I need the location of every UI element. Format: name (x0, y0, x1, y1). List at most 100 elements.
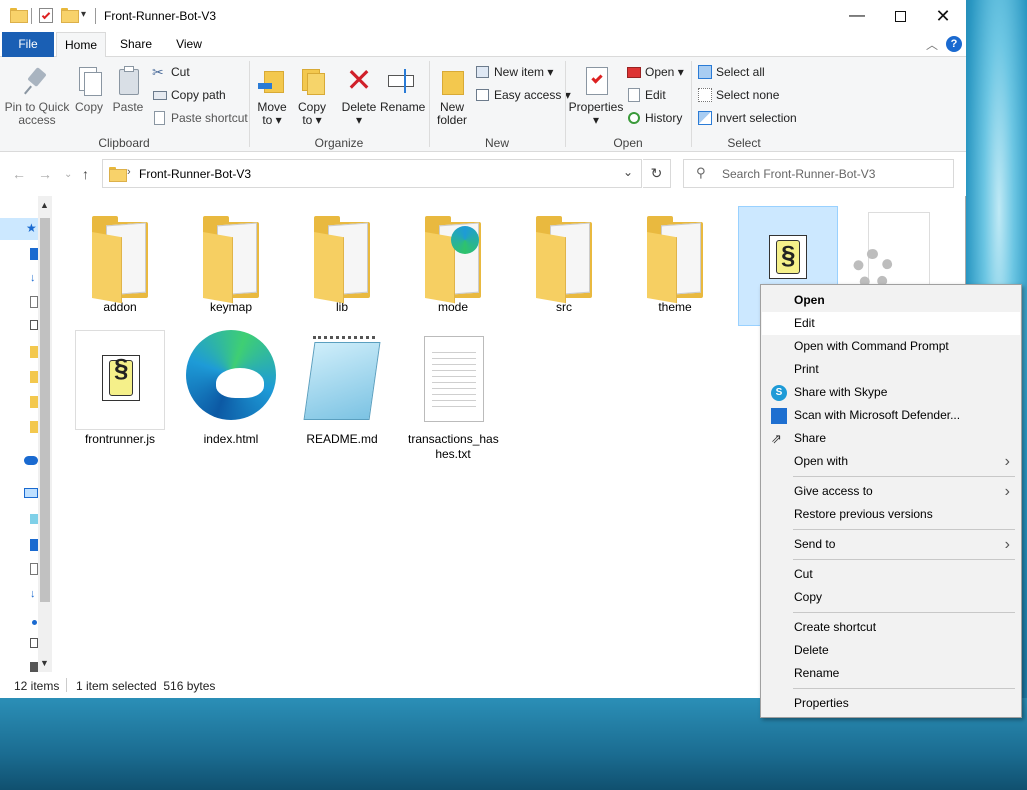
forward-arrow-icon[interactable]: → (38, 166, 52, 182)
refresh-button[interactable]: ↻ (643, 159, 671, 188)
open-button[interactable]: Open ▾ (626, 63, 684, 81)
file-item-index-html[interactable]: index.html (186, 330, 276, 447)
menu-item-delete[interactable]: Delete (762, 639, 1020, 662)
collapse-ribbon-icon[interactable]: ︿ (926, 36, 938, 53)
menu-item-rename[interactable]: Rename (762, 662, 1020, 685)
pictures-icon[interactable] (30, 638, 38, 648)
pictures-icon[interactable] (30, 320, 38, 330)
folder-icon[interactable] (30, 371, 38, 383)
rename-button[interactable]: Rename (380, 65, 425, 114)
3d-objects-icon[interactable] (30, 514, 38, 524)
tab-share[interactable]: Share (112, 32, 160, 57)
file-item-readme-md[interactable]: README.md (297, 330, 387, 447)
file-item-keymap[interactable]: keymap (186, 214, 276, 315)
new-folder-button[interactable]: New folder (434, 65, 470, 127)
easy-access-button[interactable]: Easy access ▾ (475, 86, 571, 104)
menu-item-share-with-skype[interactable]: S Share with Skype (762, 381, 1020, 404)
customize-qa-dropdown-icon[interactable]: ▾ (81, 9, 86, 20)
search-placeholder[interactable]: Search Front-Runner-Bot-V3 (722, 167, 875, 181)
menu-item-cut[interactable]: Cut (762, 563, 1020, 586)
history-button[interactable]: History (626, 109, 682, 127)
new-folder-qa-button[interactable] (61, 8, 79, 23)
paste-shortcut-button[interactable]: Paste shortcut (152, 109, 248, 127)
nav-item-quick-access[interactable]: ★ (0, 218, 38, 240)
address-history-chevron-icon[interactable]: ⌄ (623, 165, 633, 179)
menu-item-send-to[interactable]: Send to › (762, 533, 1020, 556)
menu-item-properties[interactable]: Properties (762, 692, 1020, 715)
refresh-icon: ↻ (650, 165, 663, 181)
menu-item-open-with-command-prompt[interactable]: Open with Command Prompt (762, 335, 1020, 358)
open-label: Open (645, 65, 675, 79)
music-icon[interactable] (32, 620, 37, 625)
documents-icon[interactable] (30, 563, 38, 575)
documents-icon[interactable] (30, 296, 38, 308)
file-item-lib[interactable]: lib (297, 214, 387, 315)
recent-locations-chevron-icon[interactable]: ⌄ (64, 169, 72, 180)
file-item-addon[interactable]: addon (75, 214, 165, 315)
select-all-button[interactable]: Select all (697, 63, 765, 81)
close-button[interactable]: ✕ (920, 0, 966, 32)
scroll-down-icon[interactable]: ▼ (40, 658, 49, 668)
file-item-theme[interactable]: theme (630, 214, 720, 315)
onedrive-icon[interactable] (24, 456, 38, 465)
folder-icon[interactable] (30, 396, 38, 408)
new-item-button[interactable]: New item ▾ (475, 63, 553, 81)
menu-item-edit[interactable]: Edit (762, 312, 1020, 335)
file-item-src[interactable]: src (519, 214, 609, 315)
address-bar[interactable]: › Front-Runner-Bot-V3 ⌄ (102, 159, 642, 188)
folder-icon[interactable] (30, 346, 38, 358)
edge-icon (451, 226, 479, 254)
cut-button[interactable]: ✂ Cut (152, 63, 190, 81)
menu-item-scan-with-defender[interactable]: Scan with Microsoft Defender... (762, 404, 1020, 427)
file-item-frontrunner-js[interactable]: § frontrunner.js (75, 330, 165, 447)
notepad-icon (297, 330, 387, 430)
scroll-up-icon[interactable]: ▲ (40, 200, 49, 210)
videos-icon[interactable] (30, 662, 38, 672)
maximize-button[interactable] (877, 0, 923, 32)
properties-qa-button[interactable] (39, 8, 53, 23)
file-item-settings[interactable] (853, 212, 930, 289)
edit-button[interactable]: Edit (626, 86, 666, 104)
delete-dropdown-icon[interactable]: ▾ (340, 114, 378, 127)
menu-item-copy[interactable]: Copy (762, 586, 1020, 609)
downloads-icon[interactable]: ↓ (30, 272, 36, 284)
desktop-icon[interactable] (30, 248, 38, 260)
select-none-button[interactable]: Select none (697, 86, 779, 104)
menu-item-give-access-to[interactable]: Give access to › (762, 480, 1020, 503)
copy-button[interactable]: Copy (72, 65, 106, 114)
this-pc-icon[interactable] (24, 488, 38, 498)
properties-dropdown-icon[interactable]: ▾ (568, 114, 624, 127)
back-arrow-icon[interactable]: ← (12, 166, 26, 182)
downloads-icon[interactable]: ↓ (30, 588, 36, 600)
menu-item-open[interactable]: Open (762, 289, 1020, 312)
copy-to-button[interactable]: Copy to ▾ (294, 65, 330, 127)
tab-view[interactable]: View (165, 32, 213, 57)
move-to-button[interactable]: Move to ▾ (254, 65, 290, 127)
file-item-transactions-hashes-txt[interactable]: transactions_has hes.txt (408, 330, 499, 462)
menu-item-restore-previous-versions[interactable]: Restore previous versions (762, 503, 1020, 526)
minimize-button[interactable]: — (834, 0, 880, 32)
address-path[interactable]: Front-Runner-Bot-V3 (139, 167, 251, 181)
folder-icon (199, 214, 263, 304)
nav-pane-scroll-thumb[interactable] (40, 218, 50, 602)
menu-item-create-shortcut[interactable]: Create shortcut (762, 616, 1020, 639)
menu-item-open-with[interactable]: Open with › (762, 450, 1020, 473)
up-arrow-icon[interactable]: ↑ (82, 166, 89, 182)
delete-button[interactable]: ✕ Delete ▾ (340, 64, 378, 127)
properties-button[interactable]: Properties ▾ (568, 65, 624, 127)
menu-item-print[interactable]: Print (762, 358, 1020, 381)
menu-item-share[interactable]: ⇗ Share (762, 427, 1020, 450)
paste-button[interactable]: Paste (110, 65, 146, 114)
copy-label: Copy (74, 100, 103, 114)
folder-icon[interactable] (30, 421, 38, 433)
help-icon[interactable]: ? (946, 36, 962, 52)
desktop-icon[interactable] (30, 539, 38, 551)
invert-selection-icon (697, 110, 713, 126)
tab-file[interactable]: File (2, 32, 54, 57)
search-box[interactable]: ⚲ Search Front-Runner-Bot-V3 (683, 159, 954, 188)
tab-home[interactable]: Home (56, 32, 106, 58)
file-item-mode[interactable]: mode (408, 214, 498, 315)
invert-selection-button[interactable]: Invert selection (697, 109, 797, 127)
pin-to-quick-access-button[interactable]: Pin to Quick access (4, 65, 70, 127)
copy-path-button[interactable]: Copy path (152, 86, 226, 104)
